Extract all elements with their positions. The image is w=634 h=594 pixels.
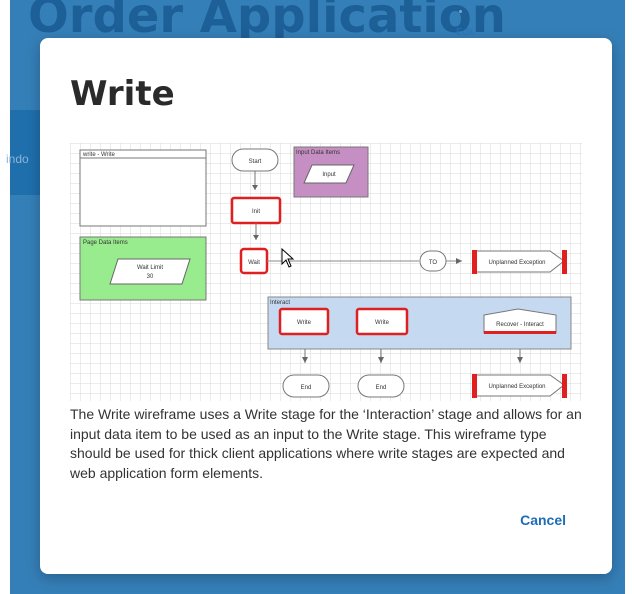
mouse-cursor-icon (281, 248, 295, 268)
end-label-2: End (376, 385, 387, 391)
end-label-1: End (301, 385, 312, 391)
background-right-margin (625, 0, 634, 594)
write-box-title: write - Write (82, 152, 116, 158)
background-dot (459, 10, 462, 13)
recover-interact-label: Recover - Interact (496, 322, 544, 328)
write-label-1: Write (297, 320, 312, 326)
wait-limit-shape (109, 258, 191, 285)
modal-title: Write (70, 74, 175, 114)
cancel-button[interactable]: Cancel (520, 512, 566, 528)
to-label: TO (429, 260, 438, 266)
background-edit-link[interactable]: Edit (456, 27, 473, 38)
input-data-items-title: Input Data Items (296, 150, 340, 156)
write-box (79, 149, 207, 227)
write-wireframe-diagram: write - Write Page Data Items Wait Limit… (70, 143, 582, 401)
unplanned-exception-label-top: Unplanned Exception (488, 260, 545, 266)
unplanned-exception-label-bottom: Unplanned Exception (488, 384, 545, 390)
background-side-label: indo (6, 152, 29, 166)
interact-title: Interact (270, 300, 290, 306)
background-left-margin (0, 0, 10, 594)
write-label-2: Write (375, 320, 390, 326)
modal-description: The Write wireframe uses a Write stage f… (70, 406, 582, 481)
wait-limit-label: Wait Limit (137, 265, 163, 271)
start-label: Start (249, 159, 262, 165)
page-data-items-title: Page Data Items (83, 240, 128, 246)
wait-limit-value: 30 (147, 274, 154, 280)
input-label: Input (322, 172, 336, 178)
write-modal: Write write - Write Page Data Items Wait… (40, 38, 612, 574)
wait-label: Wait (248, 260, 260, 266)
init-label: Init (252, 209, 260, 215)
